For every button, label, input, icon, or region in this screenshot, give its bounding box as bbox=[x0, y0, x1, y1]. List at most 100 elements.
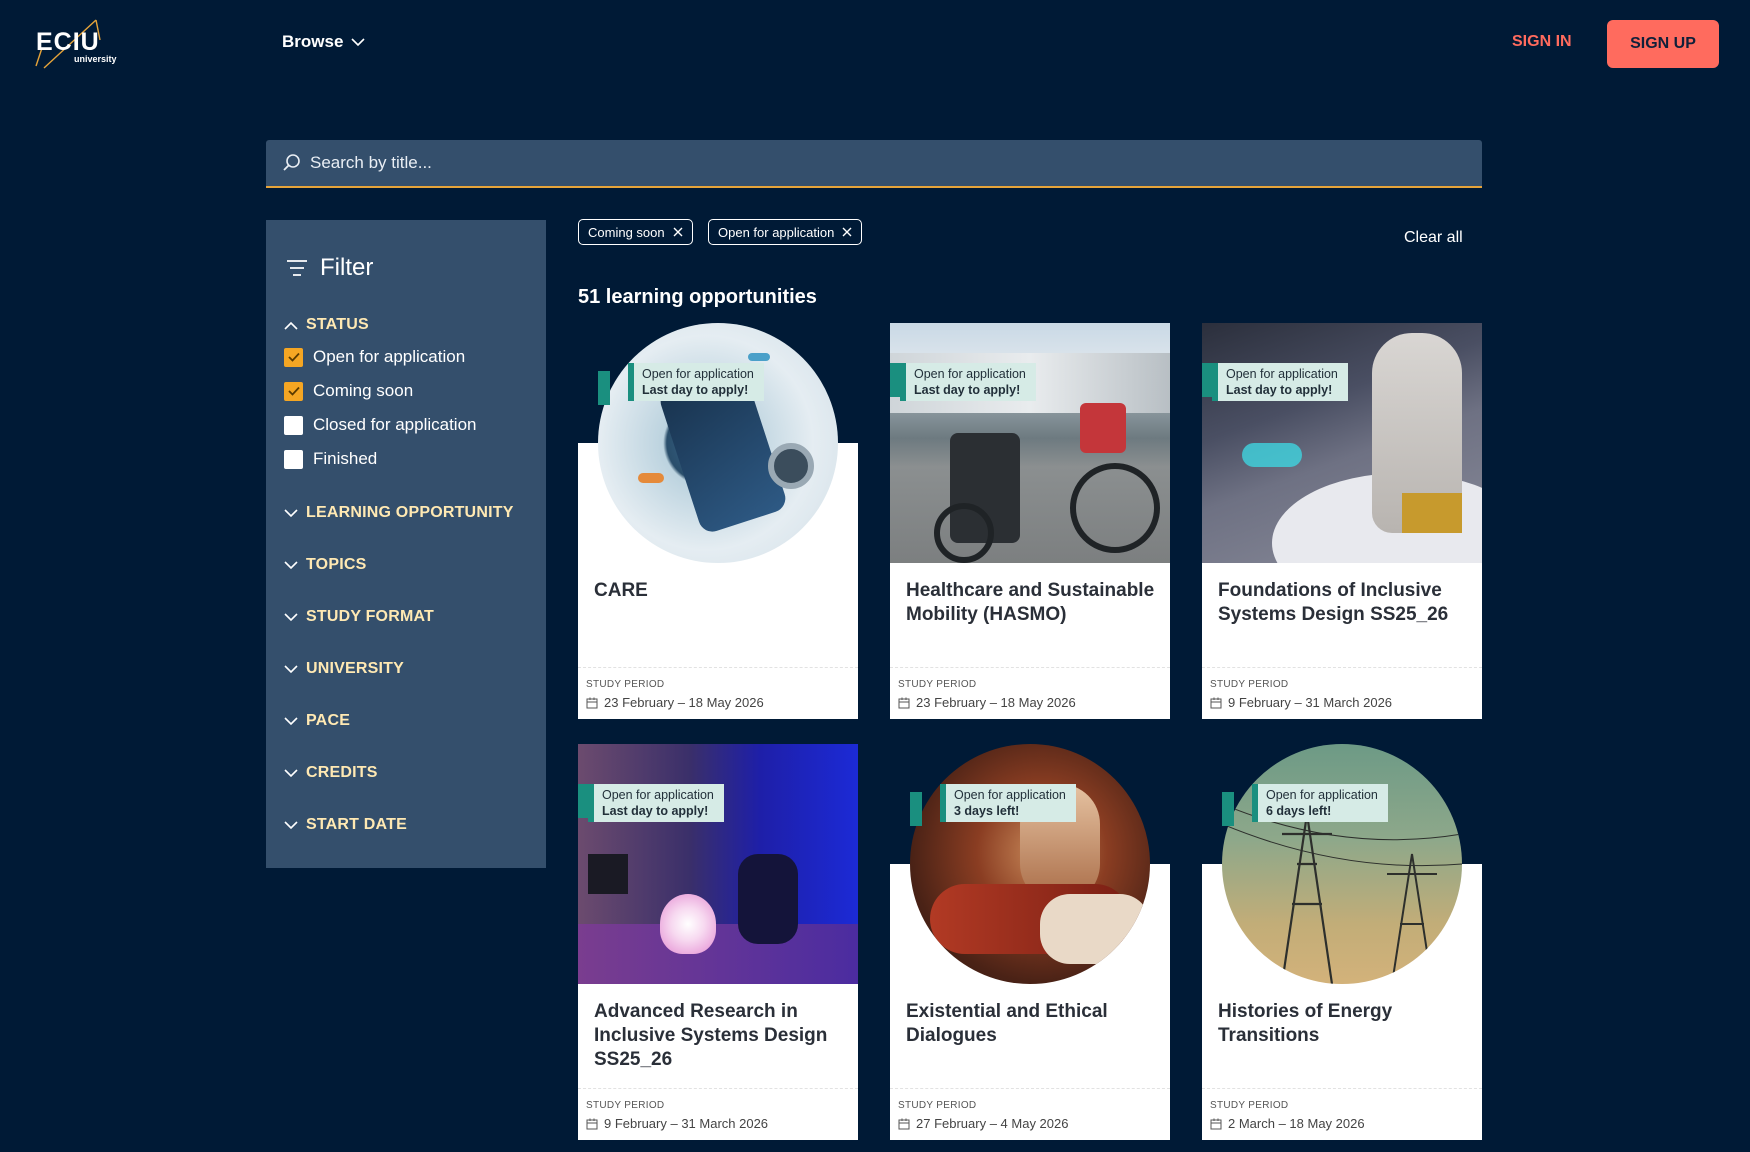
filter-group-label: STUDY FORMAT bbox=[306, 608, 435, 625]
card-title: Existential and Ethical Dialogues bbox=[906, 1001, 1108, 1046]
eciu-logo[interactable]: ECIU university bbox=[34, 18, 120, 72]
logo-text: ECIU bbox=[36, 28, 100, 56]
filter-group-label: TOPICS bbox=[306, 556, 367, 573]
deadline-text: Last day to apply! bbox=[914, 383, 1021, 397]
study-period-dates: 9 February – 31 March 2026 bbox=[604, 1116, 769, 1131]
course-image bbox=[598, 323, 838, 563]
close-icon[interactable] bbox=[673, 227, 683, 237]
card-title: Histories of Energy Transitions bbox=[1218, 1001, 1393, 1046]
status-accent bbox=[598, 371, 610, 405]
chevron-down-icon bbox=[284, 716, 298, 726]
card-divider bbox=[578, 1088, 858, 1089]
status-text: Open for application bbox=[914, 367, 1026, 381]
browse-label: Browse bbox=[282, 32, 344, 51]
course-card[interactable]: Open for application Last day to apply! … bbox=[1202, 323, 1482, 719]
calendar-icon bbox=[586, 697, 598, 709]
study-period: 9 February – 31 March 2026 bbox=[1210, 695, 1392, 710]
filter-group-study-format[interactable]: STUDY FORMAT bbox=[284, 608, 434, 626]
option-label: Closed for application bbox=[313, 415, 477, 434]
deadline-text: Last day to apply! bbox=[1226, 383, 1333, 397]
deadline-text: Last day to apply! bbox=[642, 383, 749, 397]
study-period: 23 February – 18 May 2026 bbox=[898, 695, 1076, 710]
checkbox-checked[interactable] bbox=[284, 347, 303, 367]
checkbox-unchecked[interactable] bbox=[284, 415, 303, 435]
course-image bbox=[1222, 744, 1462, 984]
deadline-text: 3 days left! bbox=[954, 804, 1020, 818]
study-period-dates: 9 February – 31 March 2026 bbox=[1228, 695, 1393, 710]
filter-group-label: LEARNING OPPORTUNITY bbox=[306, 504, 514, 521]
study-period-label: STUDY PERIOD bbox=[1210, 1100, 1289, 1111]
course-card[interactable]: Open for application Last day to apply! … bbox=[578, 744, 858, 1140]
calendar-icon bbox=[1210, 697, 1222, 709]
status-text: Open for application bbox=[954, 788, 1066, 802]
study-period: 2 March – 18 May 2026 bbox=[1210, 1116, 1365, 1131]
course-card[interactable]: Open for application Last day to apply! … bbox=[890, 323, 1170, 719]
filter-group-start-date[interactable]: START DATE bbox=[284, 816, 407, 834]
status-option-coming-soon[interactable]: Coming soon bbox=[284, 381, 413, 401]
calendar-icon bbox=[586, 1118, 598, 1130]
card-divider bbox=[890, 1088, 1170, 1089]
status-badge: Open for application Last day to apply! bbox=[628, 363, 764, 401]
course-image bbox=[910, 744, 1150, 984]
logo-subtext: university bbox=[74, 54, 117, 64]
chevron-down-icon bbox=[284, 612, 298, 622]
checkbox-checked[interactable] bbox=[284, 381, 303, 401]
active-filter-chip[interactable]: Coming soon bbox=[578, 219, 693, 245]
card-divider bbox=[890, 667, 1170, 668]
browse-menu[interactable]: Browse bbox=[282, 32, 365, 52]
chevron-up-icon bbox=[284, 321, 298, 330]
filter-group-status[interactable]: STATUS bbox=[284, 316, 369, 334]
filter-group-topics[interactable]: TOPICS bbox=[284, 556, 366, 574]
study-period: 27 February – 4 May 2026 bbox=[898, 1116, 1068, 1131]
chevron-down-icon bbox=[284, 508, 298, 518]
close-icon[interactable] bbox=[842, 227, 852, 237]
option-label: Finished bbox=[313, 449, 378, 468]
calendar-icon bbox=[898, 1118, 910, 1130]
status-accent bbox=[1222, 792, 1234, 826]
study-period-label: STUDY PERIOD bbox=[586, 679, 665, 690]
filter-group-label: CREDITS bbox=[306, 764, 378, 781]
sign-in-link[interactable]: SIGN IN bbox=[1512, 33, 1572, 51]
study-period-dates: 23 February – 18 May 2026 bbox=[604, 695, 764, 710]
chevron-down-icon bbox=[284, 664, 298, 674]
chip-label: Open for application bbox=[718, 224, 835, 240]
status-badge: Open for application Last day to apply! bbox=[1212, 363, 1348, 401]
course-card[interactable]: Open for application 3 days left! Existe… bbox=[890, 744, 1170, 1140]
status-text: Open for application bbox=[602, 788, 714, 802]
status-text: Open for application bbox=[642, 367, 754, 381]
search-bar[interactable] bbox=[266, 140, 1482, 188]
status-option-open[interactable]: Open for application bbox=[284, 347, 465, 367]
status-badge: Open for application Last day to apply! bbox=[900, 363, 1036, 401]
checkbox-unchecked[interactable] bbox=[284, 449, 303, 469]
course-card[interactable]: Open for application Last day to apply! … bbox=[578, 323, 858, 719]
search-input[interactable] bbox=[310, 153, 1410, 173]
chip-label: Coming soon bbox=[588, 224, 665, 240]
deadline-text: 6 days left! bbox=[1266, 804, 1332, 818]
card-divider bbox=[1202, 1088, 1482, 1089]
search-icon bbox=[282, 153, 302, 173]
sign-up-button[interactable]: SIGN UP bbox=[1607, 20, 1719, 68]
status-option-finished[interactable]: Finished bbox=[284, 449, 377, 469]
filter-group-pace[interactable]: PACE bbox=[284, 712, 350, 730]
status-text: Open for application bbox=[1266, 788, 1378, 802]
status-badge: Open for application Last day to apply! bbox=[588, 784, 724, 822]
calendar-icon bbox=[898, 697, 910, 709]
card-title: Advanced Research in Inclusive Systems D… bbox=[594, 1001, 828, 1070]
clear-all-button[interactable]: Clear all bbox=[1404, 229, 1463, 247]
card-title: CARE bbox=[594, 580, 648, 601]
filter-header: Filter bbox=[286, 254, 373, 282]
study-period-label: STUDY PERIOD bbox=[1210, 679, 1289, 690]
course-image bbox=[578, 744, 858, 984]
status-text: Open for application bbox=[1226, 367, 1338, 381]
filter-group-learning-opportunity[interactable]: LEARNING OPPORTUNITY bbox=[284, 504, 514, 522]
filter-group-university[interactable]: UNIVERSITY bbox=[284, 660, 404, 678]
filter-group-label: START DATE bbox=[306, 816, 407, 833]
study-period: 9 February – 31 March 2026 bbox=[586, 1116, 768, 1131]
filter-group-credits[interactable]: CREDITS bbox=[284, 764, 378, 782]
active-filter-chip[interactable]: Open for application bbox=[708, 219, 863, 245]
status-option-closed[interactable]: Closed for application bbox=[284, 415, 476, 435]
chevron-down-icon bbox=[284, 560, 298, 570]
course-image bbox=[890, 323, 1170, 563]
status-badge: Open for application 3 days left! bbox=[940, 784, 1076, 822]
course-card[interactable]: Open for application 6 days left! Histor… bbox=[1202, 744, 1482, 1140]
